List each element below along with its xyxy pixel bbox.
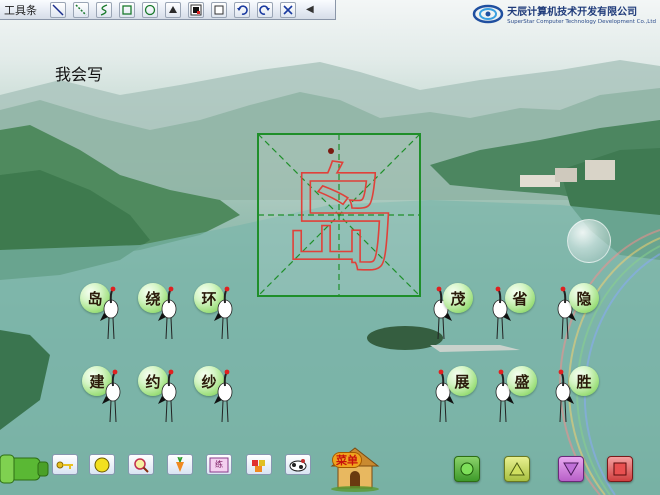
dotted-line-icon [75, 3, 87, 16]
character-card[interactable]: 省 [487, 283, 535, 363]
company-logo: 天辰计算机技术开发有限公司 SuperStar Computer Technol… [472, 1, 656, 27]
carrot-icon [176, 456, 184, 472]
company-name-cn: 天辰计算机技术开发有限公司 [507, 7, 638, 18]
character-card[interactable]: 岛 [80, 283, 128, 363]
character-card[interactable]: 展 [430, 366, 478, 446]
up-triangle-button[interactable] [504, 456, 530, 482]
fill-tool-button[interactable] [165, 1, 181, 18]
ellipse-tool-button[interactable] [142, 1, 158, 18]
character-bubble[interactable]: 省 [505, 283, 535, 313]
character-bubble[interactable]: 隐 [569, 283, 599, 313]
crane-icon [100, 286, 119, 340]
character-writing-grid[interactable]: 岛 [257, 133, 421, 297]
line-tool-button[interactable] [50, 1, 66, 18]
character-bubble[interactable]: 盛 [507, 366, 537, 396]
crane-icon [158, 369, 177, 423]
clear-icon [283, 4, 293, 15]
line-icon [52, 3, 64, 16]
character-card[interactable]: 纱 [194, 366, 242, 446]
crane-icon [158, 286, 177, 340]
stop-square-icon [613, 462, 627, 476]
color-tool-button[interactable] [188, 1, 204, 18]
key-icon [56, 461, 73, 469]
cow-button[interactable] [285, 454, 311, 475]
puzzle-icon [252, 459, 265, 472]
character-card[interactable]: 盛 [490, 366, 538, 446]
green-pipe-decoration [0, 454, 49, 484]
lesson-screen: 工具条 ◀ 天辰计算机技术开发有限公司 SuperStar Computer T… [0, 0, 660, 495]
collapse-toolbar-icon[interactable]: ◀ [306, 4, 314, 15]
crane-icon [214, 286, 233, 340]
color-swatch-icon [190, 4, 202, 15]
character-bubble[interactable]: 茂 [443, 283, 473, 313]
drawing-toolbar: 工具条 ◀ [0, 0, 336, 20]
ellipse-icon [144, 4, 156, 15]
rectangle-tool-button[interactable] [119, 1, 135, 18]
character-card[interactable]: 环 [194, 283, 242, 363]
undo-tool-button[interactable] [234, 1, 250, 18]
glass-sphere-decoration [567, 219, 611, 263]
circle-icon [94, 457, 110, 472]
magnifier-icon [134, 457, 149, 473]
menu-button[interactable]: 菜单 [332, 452, 362, 468]
eraser-icon [214, 5, 224, 14]
circle-icon [460, 462, 474, 476]
stop-square-button[interactable] [607, 456, 633, 482]
practice-button[interactable]: 练 [206, 454, 232, 475]
featured-character-outline: 岛 [280, 151, 398, 289]
circle-button[interactable] [89, 454, 115, 475]
redo-tool-button[interactable] [257, 1, 273, 18]
key-button[interactable] [52, 454, 78, 475]
swirl-logo-icon [472, 4, 504, 24]
toolbar-title: 工具条 [4, 3, 37, 17]
dotted-line-tool-button[interactable] [73, 1, 89, 18]
character-bubble[interactable]: 胜 [569, 366, 599, 396]
carrot-button[interactable] [167, 454, 193, 475]
fill-icon [169, 5, 177, 13]
character-card[interactable]: 胜 [550, 366, 599, 446]
character-bubble[interactable]: 展 [447, 366, 477, 396]
company-name-en: SuperStar Computer Technology Developmen… [507, 19, 656, 25]
down-triangle-icon [563, 462, 579, 476]
up-triangle-icon [509, 462, 525, 476]
down-triangle-button[interactable] [558, 456, 584, 482]
rectangle-icon [122, 4, 132, 15]
magnifier-button[interactable] [128, 454, 154, 475]
crane-icon [102, 369, 121, 423]
curve-tool-button[interactable] [96, 1, 112, 18]
character-card[interactable]: 绕 [138, 283, 186, 363]
character-card[interactable]: 隐 [552, 283, 600, 363]
undo-icon [237, 4, 248, 15]
character-card[interactable]: 茂 [428, 283, 476, 363]
clear-tool-button[interactable] [280, 1, 296, 18]
eraser-tool-button[interactable] [211, 1, 227, 18]
crane-icon [214, 369, 233, 423]
character-card[interactable]: 建 [82, 366, 130, 446]
curve-icon [100, 3, 108, 16]
redo-icon [259, 4, 270, 15]
green-circle-button[interactable] [454, 456, 480, 482]
puzzle-button[interactable] [246, 454, 272, 475]
cow-icon [289, 458, 307, 471]
character-card[interactable]: 约 [138, 366, 186, 446]
lesson-title: 我会写 [55, 65, 104, 84]
practice-label: 练 [215, 460, 223, 469]
